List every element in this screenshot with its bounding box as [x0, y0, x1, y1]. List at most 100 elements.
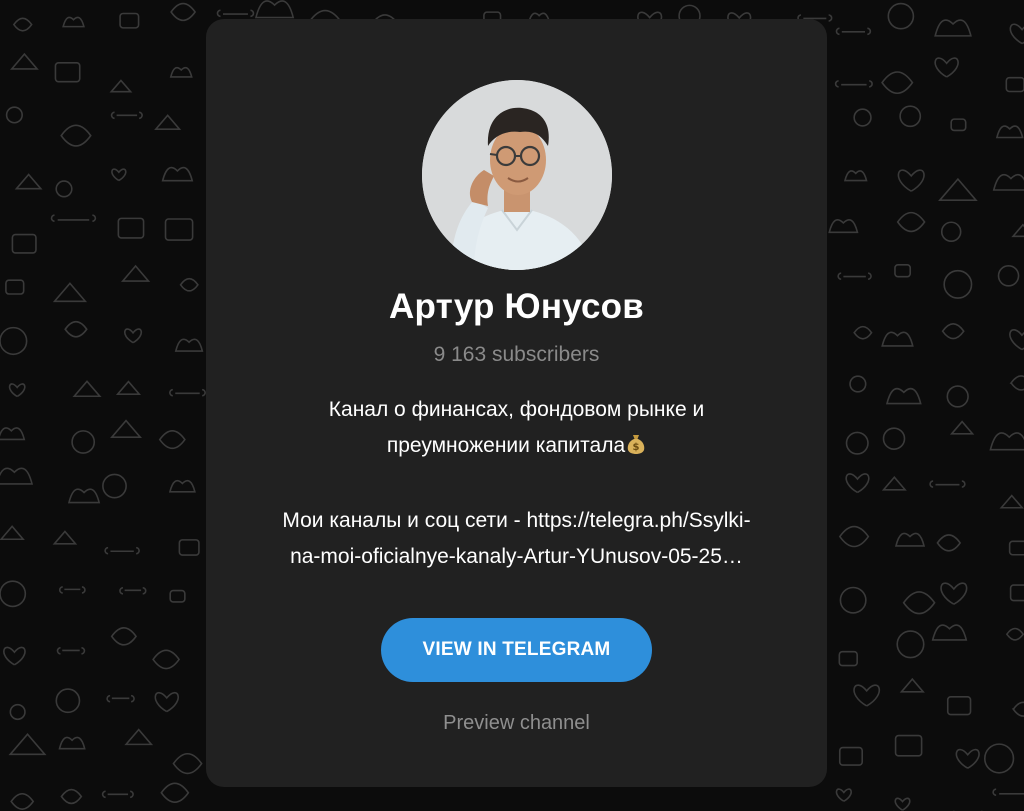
doodle-icon: [983, 743, 1015, 774]
doodle-icon: [254, 0, 295, 19]
doodle-icon: [60, 788, 83, 805]
doodle-icon: [896, 630, 925, 659]
doodle-icon: [828, 219, 859, 234]
doodle-icon: [949, 420, 975, 435]
view-in-telegram-button[interactable]: VIEW IN TELEGRAM: [381, 618, 652, 682]
doodle-icon: [111, 168, 127, 182]
doodle-icon: [50, 214, 97, 223]
doodle-icon: [894, 797, 911, 811]
subscriber-count: 9 163 subscribers: [433, 343, 600, 366]
doodle-icon: [55, 180, 73, 198]
doodle-icon: [943, 269, 973, 299]
doodle-icon: [152, 649, 181, 670]
doodle-icon: [5, 106, 23, 124]
doodle-icon: [12, 17, 33, 32]
doodle-icon: [989, 432, 1024, 451]
doodle-icon: [110, 627, 138, 646]
doodle-icon: [946, 696, 972, 716]
doodle-icon: [72, 380, 102, 398]
doodle-icon: [1005, 627, 1024, 641]
doodle-icon: [110, 111, 143, 120]
doodle-icon: [52, 282, 88, 303]
doodle-icon: [853, 325, 873, 340]
doodle-icon: [8, 383, 26, 398]
doodle-icon: [3, 646, 26, 666]
doodle-icon: [881, 71, 914, 95]
doodle-icon: [936, 534, 962, 552]
doodle-icon: [0, 326, 28, 356]
doodle-icon: [843, 170, 868, 182]
doodle-icon: [161, 166, 194, 182]
doodle-icon: [0, 525, 25, 541]
doodle-icon: [1011, 223, 1024, 238]
doodle-icon: [997, 264, 1020, 287]
doodle-icon: [168, 479, 196, 493]
doodle-icon: [160, 782, 190, 803]
doodle-icon: [835, 27, 872, 36]
doodle-icon: [154, 114, 182, 130]
doodle-icon: [992, 788, 1024, 797]
doodle-icon: [1010, 375, 1024, 391]
doodle-icon: [849, 375, 867, 393]
doodle-icon: [101, 790, 134, 799]
doodle-icon: [106, 694, 135, 703]
doodle-icon: [169, 66, 193, 78]
description-line-4[interactable]: na-moi-oficialnye-kanaly-Artur-YUnusov-0…: [226, 539, 807, 575]
doodle-icon: [174, 338, 204, 352]
doodle-icon: [1012, 701, 1024, 717]
doodle-icon: [934, 19, 972, 37]
doodle-icon: [881, 475, 907, 491]
doodle-icon: [839, 586, 867, 614]
doodle-icon: [124, 728, 154, 746]
doodle-icon: [5, 279, 25, 295]
doodle-icon: [9, 703, 26, 721]
description-line-2: преумножении капитала: [386, 434, 626, 457]
doodle-icon: [67, 488, 101, 504]
doodle-icon: [940, 221, 962, 242]
doodle-icon: [1005, 76, 1024, 93]
doodle-icon: [853, 108, 872, 127]
doodle-icon: [896, 211, 926, 233]
doodle-icon: [838, 525, 870, 548]
doodle-icon: [899, 677, 925, 693]
doodle-icon: [955, 748, 980, 769]
doodle-icon: [894, 263, 912, 278]
doodle-icon: [64, 320, 88, 338]
channel-name: Артур Юнусов: [389, 287, 644, 326]
doodle-icon: [0, 580, 27, 608]
doodle-icon: [62, 16, 85, 28]
doodle-icon: [1009, 23, 1024, 45]
doodle-icon: [164, 218, 194, 241]
doodle-icon: [929, 480, 966, 488]
doodle-icon: [216, 9, 255, 18]
doodle-icon: [0, 427, 26, 441]
doodle-icon: [14, 173, 43, 190]
doodle-icon: [940, 582, 968, 605]
doodle-icon: [58, 736, 86, 750]
doodle-icon: [60, 124, 92, 147]
preview-channel-link[interactable]: Preview channel: [206, 712, 827, 735]
doodle-icon: [169, 388, 206, 397]
description-line-3[interactable]: Мои каналы и соц сети - https://telegra.…: [226, 503, 807, 539]
doodle-icon: [899, 105, 922, 128]
doodle-icon: [931, 624, 968, 641]
doodle-icon: [992, 174, 1024, 191]
doodle-icon: [56, 646, 86, 655]
doodle-icon: [838, 650, 858, 667]
doodle-icon: [894, 734, 923, 757]
doodle-icon: [9, 52, 39, 70]
doodle-icon: [902, 591, 936, 615]
doodle-icon: [170, 2, 197, 22]
channel-card: Артур Юнусов 9 163 subscribers Канал о ф…: [206, 19, 827, 787]
avatar-photo-icon: [422, 80, 612, 270]
doodle-icon: [995, 125, 1024, 139]
doodle-icon: [124, 328, 142, 344]
doodle-icon: [1009, 329, 1024, 351]
doodle-icon: [119, 12, 140, 29]
doodle-icon: [119, 587, 147, 595]
doodle-icon: [8, 732, 47, 756]
doodle-icon: [941, 322, 965, 340]
doodle-icon: [120, 264, 151, 282]
doodle-icon: [853, 684, 880, 707]
doodle-icon: [885, 387, 922, 405]
